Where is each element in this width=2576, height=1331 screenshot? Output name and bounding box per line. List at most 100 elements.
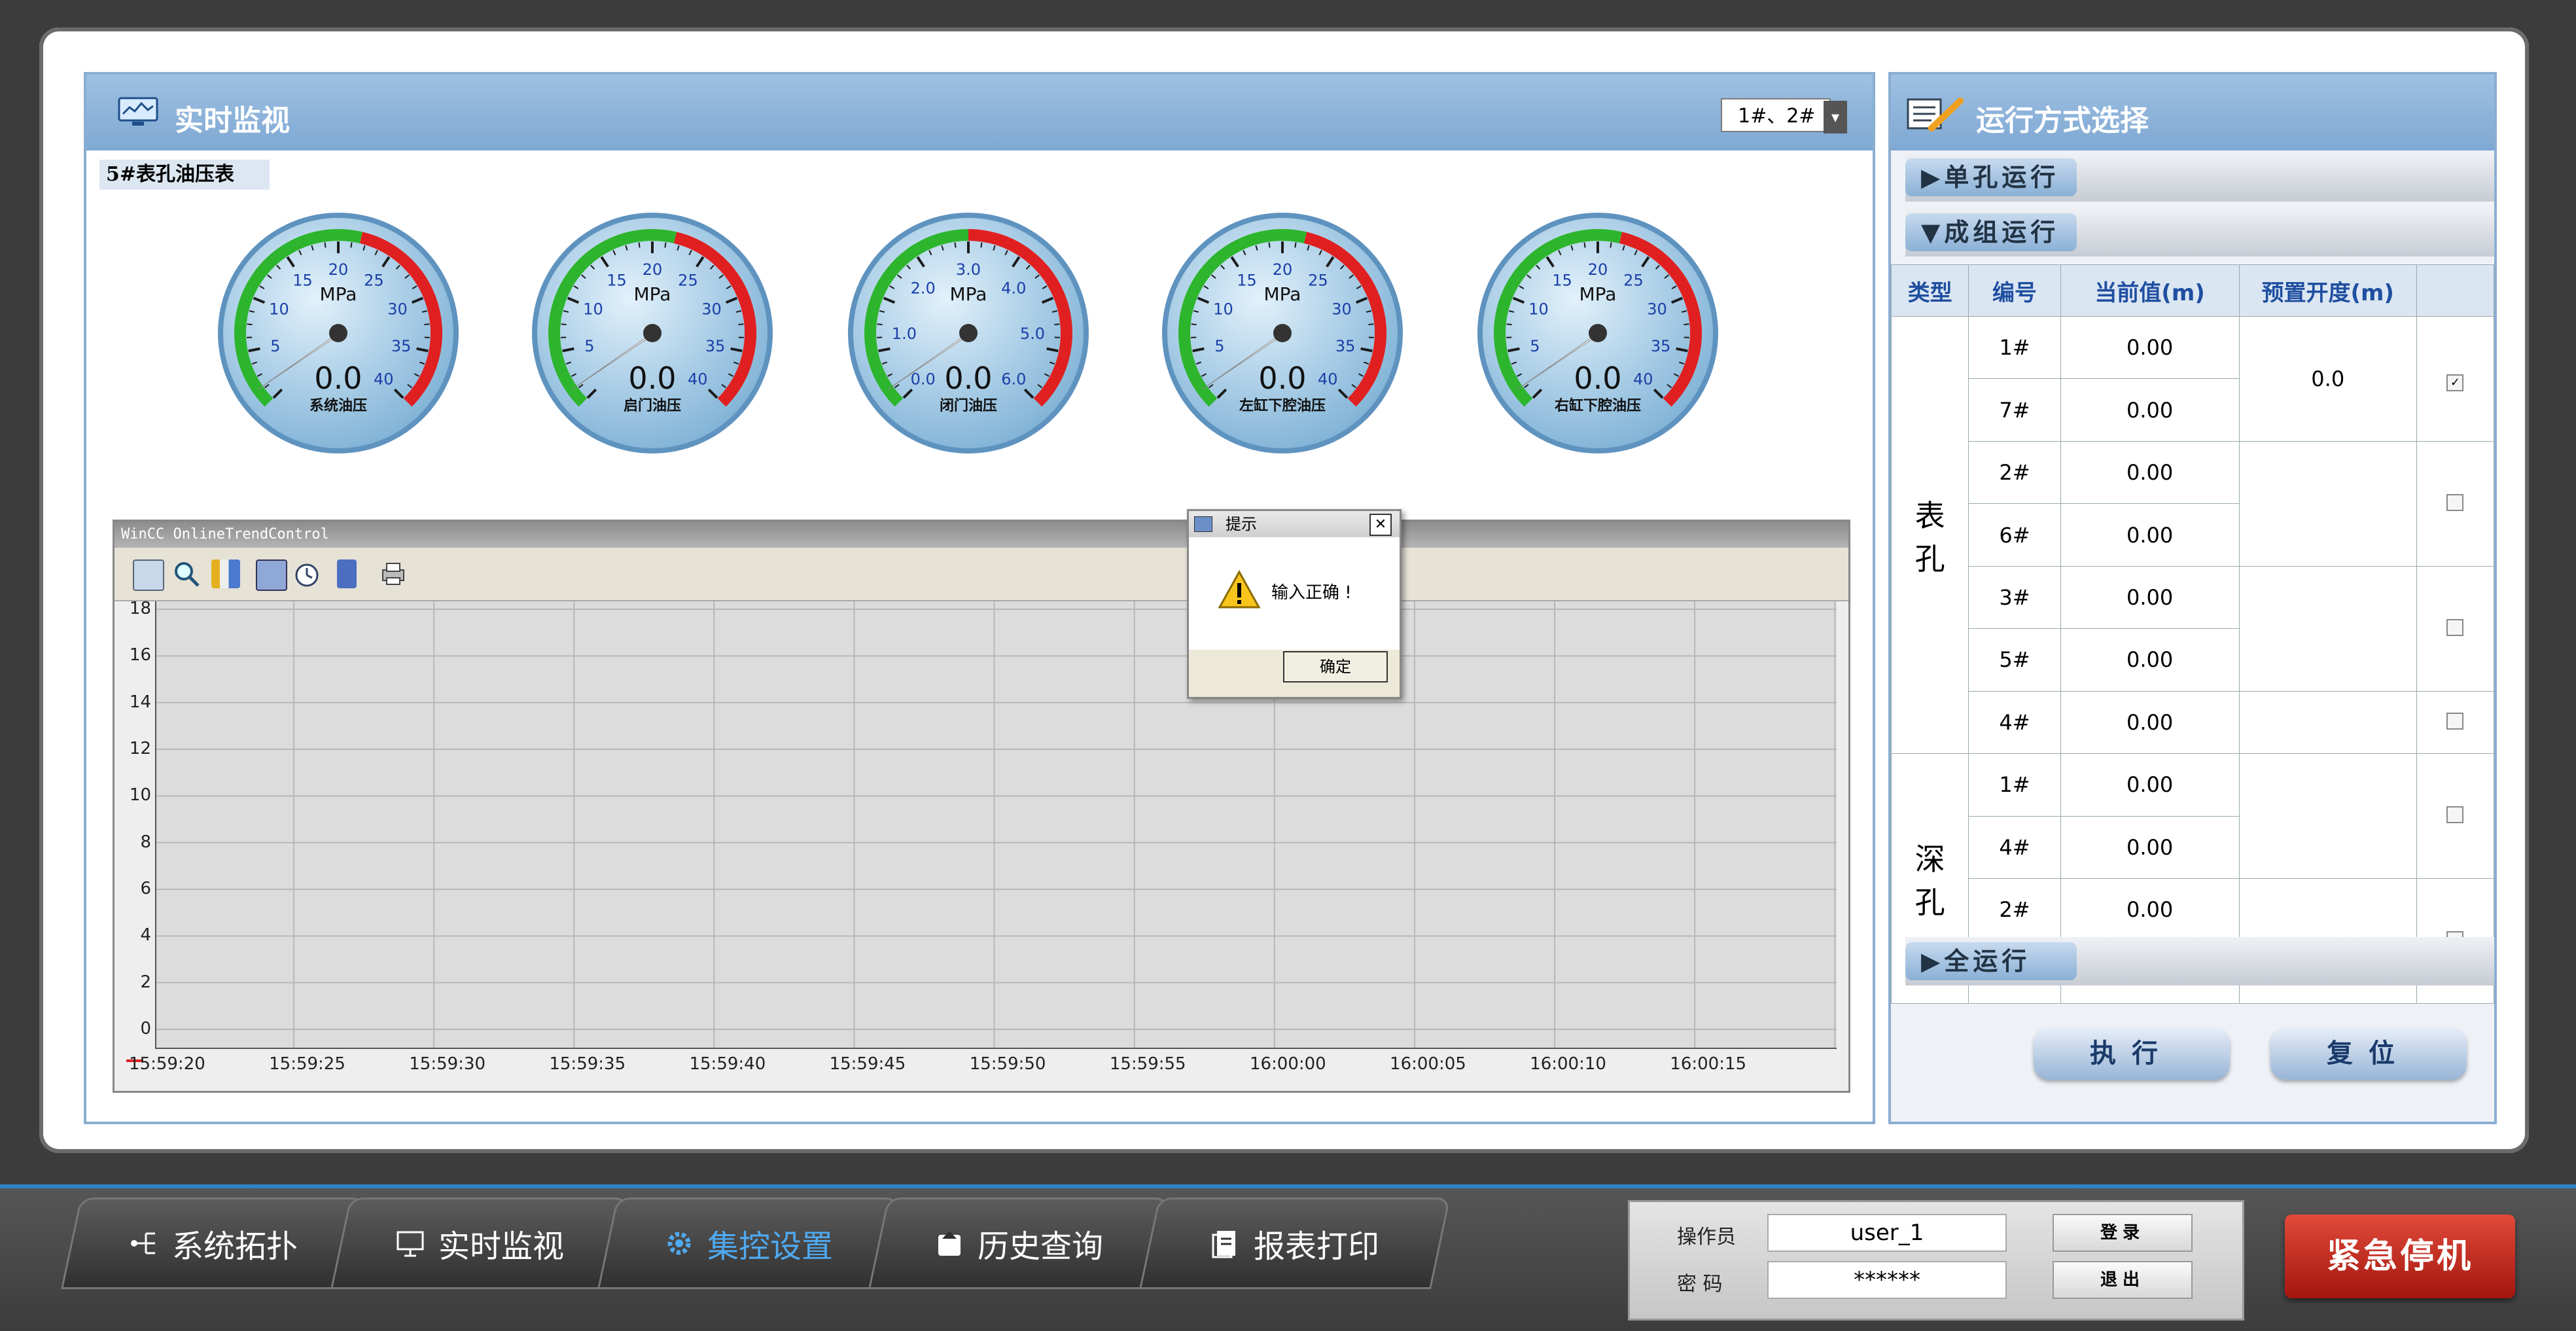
group-run-section[interactable]: ▼成组运行 (1905, 208, 2494, 257)
row-current-value: 0.00 (2060, 816, 2239, 878)
select-cell[interactable] (2416, 754, 2494, 879)
row-id: 1# (1969, 317, 2060, 379)
pressure-gauge: 510152025303540MPa0.0右缸下腔油压 (1473, 209, 1722, 457)
gauge-dial: 510152025303540MPa0.0系统油压 (214, 209, 463, 457)
gauge-unit: MPa (1579, 283, 1617, 305)
group-run-tab[interactable]: ▼成组运行 (1905, 213, 2077, 251)
wrench-icon (1905, 94, 1966, 133)
col-header-preset: 预置开度(m) (2239, 265, 2416, 317)
col-header-type: 类型 (1892, 265, 1969, 317)
nav-tab-label: 实时监视 (438, 1220, 564, 1266)
gauge-tick-label: 25 (1623, 272, 1644, 290)
gauge-unit: MPa (1264, 283, 1301, 305)
row-id: 1# (1969, 754, 2060, 816)
row-current-value: 0.00 (2060, 879, 2239, 941)
gauge-value: 0.0 (628, 361, 676, 396)
pressure-gauge: 510152025303540MPa0.0左缸下腔油压 (1158, 209, 1407, 457)
print-icon[interactable] (379, 559, 408, 588)
single-run-section[interactable]: ▶单孔运行 (1905, 153, 2494, 202)
login-button[interactable]: 登录 (2053, 1214, 2193, 1252)
execute-button[interactable]: 执行 (2034, 1027, 2230, 1080)
login-box: 操作员 密 码 user_1 ****** 登录 退出 (1628, 1200, 2244, 1321)
y-tick-label: 16 (120, 645, 151, 665)
select-cell[interactable] (2416, 566, 2494, 691)
y-tick-label: 6 (120, 879, 151, 898)
single-run-tab[interactable]: ▶单孔运行 (1905, 158, 2077, 196)
nav-tab[interactable]: 实时监视 (330, 1198, 629, 1289)
trend-plot-area[interactable] (155, 601, 1837, 1049)
preset-value[interactable] (2239, 754, 2416, 879)
close-icon[interactable]: ✕ (1369, 514, 1392, 536)
gauge-tick-label: 15 (607, 272, 627, 290)
select-cell[interactable]: ✓ (2416, 317, 2494, 442)
row-id: 2# (1969, 879, 2060, 941)
gauge-name: 启门油压 (624, 397, 681, 414)
select-checkbox[interactable]: ✓ (2446, 374, 2463, 391)
col-header-id: 编号 (1969, 265, 2060, 317)
gauge-tick-label: 5 (270, 337, 280, 355)
row-id: 3# (1969, 566, 2060, 628)
preset-value[interactable] (2239, 441, 2416, 566)
gauge-dial: 510152025303540MPa0.0启门油压 (528, 209, 777, 457)
history-icon (934, 1228, 964, 1258)
all-run-section[interactable]: ▶全运行 (1905, 937, 2494, 985)
x-tick-label: 15:59:35 (549, 1054, 626, 1074)
preset-value[interactable]: 0.0 (2239, 317, 2416, 442)
ok-button[interactable]: 确定 (1283, 651, 1388, 683)
y-tick-label: 0 (120, 1019, 151, 1038)
x-tick-label: 15:59:50 (970, 1054, 1046, 1074)
y-tick-label: 8 (120, 832, 151, 852)
trend-title: WinCC OnlineTrendControl (115, 522, 1848, 548)
gauge-tick-label: 5 (1530, 337, 1540, 355)
nav-tab[interactable]: 集控设置 (597, 1198, 900, 1289)
gauge-tick-label: 5 (584, 337, 594, 355)
logout-button[interactable]: 退出 (2053, 1261, 2193, 1299)
gauge-name: 左缸下腔油压 (1239, 397, 1326, 414)
emergency-stop-button[interactable]: 紧急停机 (2285, 1215, 2515, 1298)
well-selector[interactable]: 1#、2# (1721, 98, 1831, 132)
grid-icon[interactable] (256, 559, 287, 591)
trend-config-icon[interactable] (133, 559, 164, 591)
clock-icon[interactable] (292, 559, 321, 588)
nav-tab-label: 历史查询 (978, 1220, 1103, 1266)
select-cell[interactable] (2416, 691, 2494, 753)
operator-input[interactable]: user_1 (1767, 1214, 2007, 1252)
select-checkbox[interactable] (2446, 806, 2463, 823)
all-run-tab[interactable]: ▶全运行 (1905, 942, 2077, 980)
password-input[interactable]: ****** (1767, 1261, 2007, 1299)
x-tick-label: 15:59:25 (269, 1054, 345, 1074)
gauge-tick-label: 6.0 (1001, 370, 1026, 388)
zoom-icon[interactable] (172, 559, 201, 588)
gauge-tick-label: 40 (688, 370, 708, 388)
preset-value[interactable] (2239, 566, 2416, 691)
realtime-monitor-panel: 实时监视 1#、2# ▾ 5#表孔油压表 WinCC OnlineTrendCo… (84, 72, 1875, 1124)
table-row: 3#0.00 (1892, 566, 2494, 628)
gauge-tick-label: 25 (1308, 272, 1328, 290)
stop-icon[interactable] (337, 559, 357, 588)
preset-value[interactable] (2239, 691, 2416, 753)
nav-tab[interactable]: 历史查询 (868, 1198, 1169, 1289)
col-header-select (2416, 265, 2494, 317)
row-current-value: 0.00 (2060, 504, 2239, 566)
gauge-value: 0.0 (1258, 361, 1306, 396)
gauge-tick-label: 2.0 (911, 279, 936, 298)
row-current-value: 0.00 (2060, 379, 2239, 441)
select-checkbox[interactable] (2446, 713, 2463, 730)
table-row: 2#0.00 (1892, 441, 2494, 503)
row-id: 7# (1969, 379, 2060, 441)
axis-scale-icon[interactable] (211, 559, 240, 588)
prompt-dialog: 提示 ✕ 输入正确 ! 确定 (1187, 509, 1402, 699)
select-checkbox[interactable] (2446, 494, 2463, 511)
select-cell[interactable] (2416, 441, 2494, 566)
select-checkbox[interactable] (2446, 619, 2463, 636)
type-cell-surface: 表孔 (1892, 317, 1969, 754)
x-tick-label: 16:00:10 (1530, 1054, 1606, 1074)
row-current-value: 0.00 (2060, 629, 2239, 691)
gauge-tick-label: 35 (705, 337, 726, 355)
nav-tab[interactable]: 报表打印 (1139, 1198, 1451, 1289)
nav-tab[interactable]: 系统拓扑 (61, 1198, 366, 1289)
reset-button[interactable]: 复位 (2270, 1027, 2467, 1080)
gauge-tick-label: 30 (387, 300, 408, 318)
chevron-down-icon[interactable]: ▾ (1824, 101, 1847, 133)
nav-tab-content: 集控设置 (609, 1199, 888, 1287)
